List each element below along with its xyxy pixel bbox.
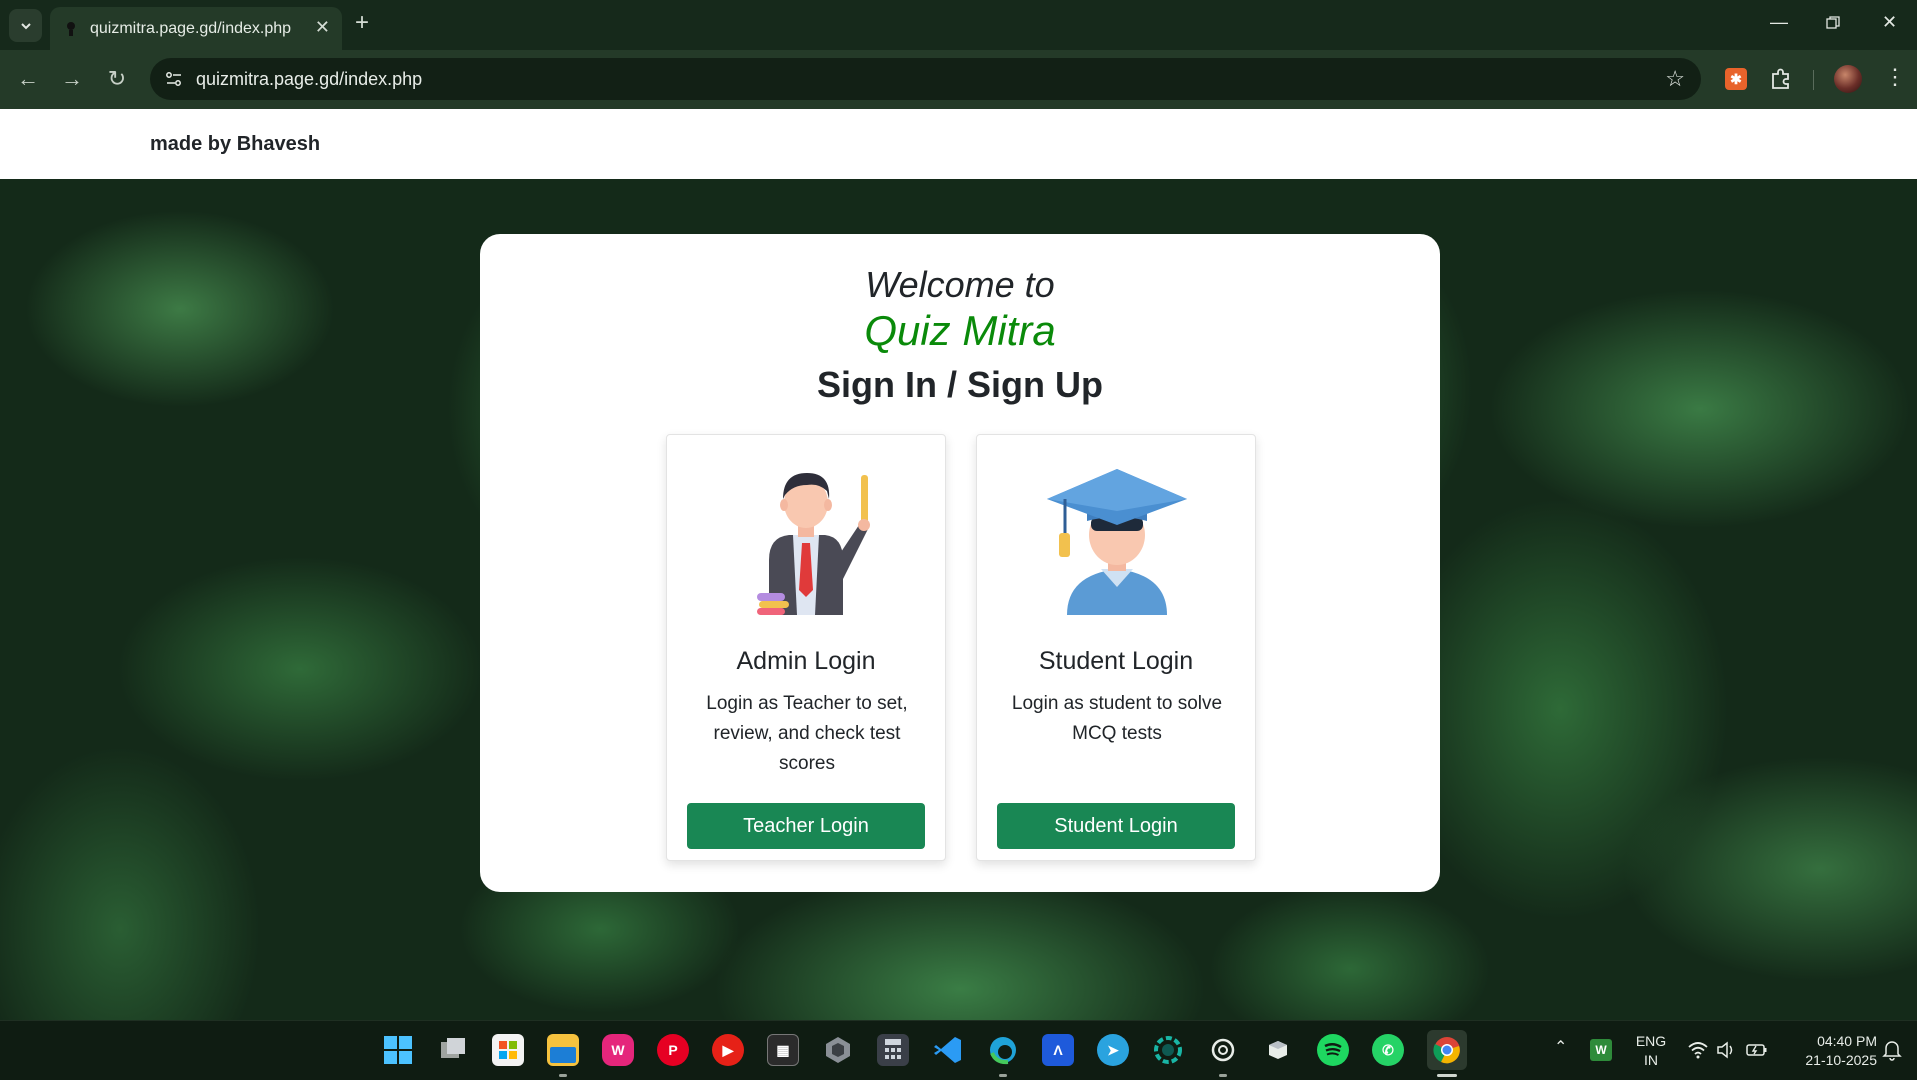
graduate-student-icon: [1047, 469, 1187, 615]
volume-icon[interactable]: [1716, 1041, 1736, 1059]
favicon-icon: [67, 22, 75, 36]
whatsapp-icon[interactable]: ✆: [1372, 1034, 1404, 1066]
site-header: made by Bhavesh: [0, 109, 1917, 179]
system-clock[interactable]: 04:40 PM 21-10-2025: [1782, 1032, 1877, 1070]
profile-avatar[interactable]: [1834, 65, 1862, 93]
brand-text[interactable]: made by Bhavesh: [150, 133, 320, 156]
active-indicator: [1437, 1074, 1457, 1077]
youtube-icon[interactable]: ▶: [712, 1034, 744, 1066]
site-info-icon[interactable]: [164, 69, 184, 89]
clock-date: 21-10-2025: [1805, 1052, 1877, 1068]
running-indicator: [999, 1074, 1007, 1077]
tray-app-icon[interactable]: W: [1590, 1039, 1612, 1061]
spotify-icon[interactable]: [1317, 1034, 1349, 1066]
back-arrow-icon[interactable]: ←: [14, 65, 42, 93]
unity-icon[interactable]: [822, 1034, 854, 1066]
toolbar-divider: [1813, 70, 1814, 90]
chrome-icon[interactable]: [1427, 1030, 1467, 1070]
reload-icon[interactable]: ↻: [103, 65, 131, 93]
edge-icon[interactable]: [987, 1034, 1019, 1066]
welcome-heading: Welcome to: [865, 264, 1055, 305]
active-tab[interactable]: quizmitra.page.gd/index.php ✕: [50, 7, 342, 50]
clock-time: 04:40 PM: [1817, 1033, 1877, 1049]
new-tab-icon[interactable]: +: [355, 11, 369, 35]
language-code: ENG: [1635, 1033, 1667, 1049]
battery-icon[interactable]: [1746, 1041, 1768, 1059]
admin-card-description: Login as Teacher to set, review, and che…: [706, 693, 908, 774]
microsoft-store-icon[interactable]: [492, 1034, 524, 1066]
page-content: made by Bhavesh Welcome to Quiz Mitra Si…: [0, 109, 1917, 1020]
app-a-icon[interactable]: Λ: [1042, 1034, 1074, 1066]
telegram-icon[interactable]: ➤: [1097, 1034, 1129, 1066]
vscode-icon[interactable]: [932, 1034, 964, 1066]
student-card-title: Student Login: [1038, 647, 1194, 675]
close-window-icon[interactable]: ✕: [1882, 12, 1897, 33]
tab-close-icon[interactable]: ✕: [315, 17, 330, 38]
pinterest-icon[interactable]: P: [657, 1034, 689, 1066]
running-indicator: [559, 1074, 567, 1077]
file-explorer-icon[interactable]: [547, 1034, 579, 1066]
wifi-icon[interactable]: [1688, 1041, 1708, 1059]
tab-title: quizmitra.page.gd/index.php: [90, 20, 292, 37]
chevron-down-icon: [20, 22, 31, 29]
windows-taskbar: W P ▶ ▦ Λ ➤ ✆ ⌃ W ENG IN 04:40 PM 21-10-…: [0, 1020, 1917, 1080]
admin-login-card: Admin Login Login as Teacher to set, rev…: [666, 434, 946, 861]
student-card-description: Login as student to solve MCQ tests: [1011, 693, 1223, 744]
chevron-up-icon[interactable]: ⌃: [1554, 1037, 1567, 1057]
student-login-card: Student Login Login as student to solve …: [976, 434, 1256, 861]
menu-kebab-icon[interactable]: ⋮: [1884, 64, 1906, 90]
task-view-icon[interactable]: [437, 1034, 469, 1066]
chatgpt-icon[interactable]: [1207, 1034, 1239, 1066]
calculator-icon[interactable]: [877, 1034, 909, 1066]
wamp-icon[interactable]: W: [602, 1034, 634, 1066]
url-text: quizmitra.page.gd/index.php: [196, 69, 423, 89]
welcome-card: Welcome to Quiz Mitra Sign In / Sign Up: [480, 234, 1440, 892]
browser-tab-strip: quizmitra.page.gd/index.php ✕ + — ✕: [0, 0, 1917, 50]
restore-icon[interactable]: [1826, 16, 1840, 30]
app-name-heading: Quiz Mitra: [864, 307, 1056, 354]
windows-start-icon[interactable]: [382, 1034, 414, 1066]
admin-card-title: Admin Login: [736, 647, 876, 675]
language-indicator[interactable]: ENG IN: [1635, 1032, 1667, 1070]
terminal-icon[interactable]: ▦: [767, 1034, 799, 1066]
minimize-icon[interactable]: —: [1770, 12, 1788, 33]
extension-icon[interactable]: ✱: [1725, 68, 1747, 90]
app-ring-icon[interactable]: [1152, 1034, 1184, 1066]
student-login-button[interactable]: Student Login: [997, 803, 1235, 849]
language-region: IN: [1644, 1052, 1658, 1068]
notification-bell-icon[interactable]: [1882, 1039, 1902, 1061]
app-box-icon[interactable]: [1262, 1034, 1294, 1066]
teacher-login-button[interactable]: Teacher Login: [687, 803, 925, 849]
sign-in-heading: Sign In / Sign Up: [817, 364, 1103, 405]
browser-toolbar: ← → ↻ quizmitra.page.gd/index.php ☆ ✱ ⋮: [0, 50, 1917, 109]
running-indicator: [1219, 1074, 1227, 1077]
tab-search-button[interactable]: [9, 9, 42, 42]
forward-arrow-icon[interactable]: →: [58, 65, 86, 93]
extensions-puzzle-icon[interactable]: [1768, 66, 1794, 92]
bookmark-star-icon[interactable]: ☆: [1665, 66, 1685, 92]
teacher-icon: [757, 473, 870, 615]
address-bar[interactable]: quizmitra.page.gd/index.php ☆: [150, 58, 1701, 100]
